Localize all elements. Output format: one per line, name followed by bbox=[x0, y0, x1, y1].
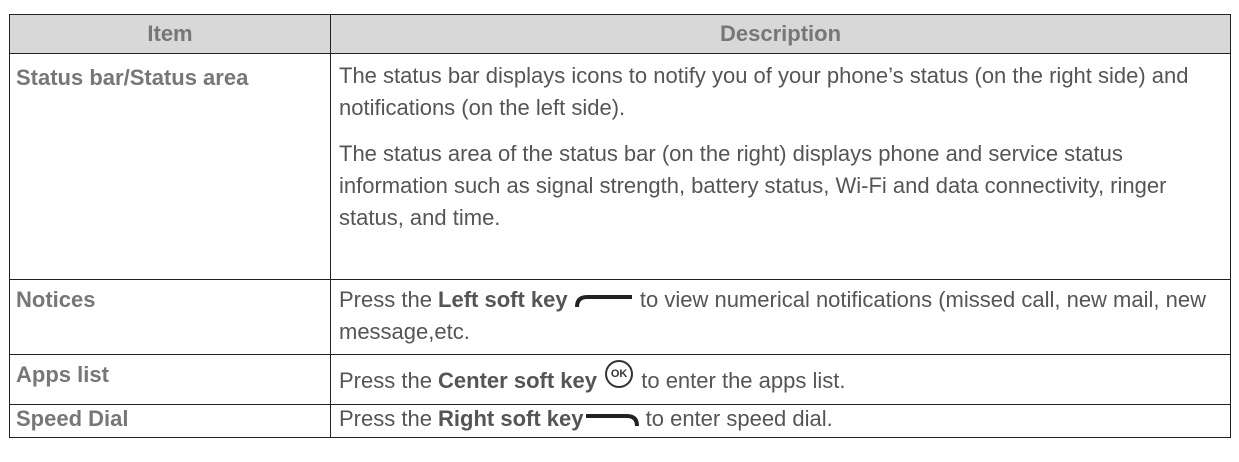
description-speed-dial: Press the Right soft key to enter speed … bbox=[330, 404, 1231, 438]
column-header-description: Description bbox=[330, 14, 1231, 54]
key-name: Center soft key bbox=[438, 368, 597, 393]
item-notices: Notices bbox=[9, 279, 331, 355]
description-text: to enter the apps list. bbox=[635, 368, 846, 393]
table-row-status-bar: Status bar/Status area The status bar di… bbox=[9, 53, 1231, 280]
description-apps-list: Press the Center soft key OK to enter th… bbox=[330, 354, 1231, 405]
description-notices: Press the Left soft key to view numerica… bbox=[330, 279, 1231, 355]
table-row-speed-dial: Speed Dial Press the Right soft key to e… bbox=[9, 404, 1231, 438]
description-text: Press the bbox=[339, 406, 439, 431]
table-row-notices: Notices Press the Left soft key to view … bbox=[9, 279, 1231, 355]
description-text: to enter speed dial. bbox=[639, 406, 833, 431]
right-soft-key-icon bbox=[585, 414, 639, 427]
description-text: Press the bbox=[339, 368, 439, 393]
table-row-apps-list: Apps list Press the Center soft key OK t… bbox=[9, 354, 1231, 405]
description-paragraph: The status bar displays icons to notify … bbox=[339, 63, 1189, 120]
table-header-row: Item Description bbox=[9, 14, 1231, 54]
item-description-table: Item Description Status bar/Status area … bbox=[9, 14, 1231, 438]
column-header-item: Item bbox=[9, 14, 331, 54]
item-speed-dial: Speed Dial bbox=[9, 404, 331, 438]
item-status-bar: Status bar/Status area bbox=[9, 53, 331, 280]
description-status-bar: The status bar displays icons to notify … bbox=[330, 53, 1231, 280]
item-apps-list: Apps list bbox=[9, 354, 331, 405]
description-text: Press the bbox=[339, 287, 439, 312]
key-name: Right soft key bbox=[438, 406, 584, 431]
key-name: Left soft key bbox=[438, 287, 568, 312]
description-paragraph: The status area of the status bar (on th… bbox=[339, 141, 1167, 230]
ok-key-icon: OK bbox=[605, 360, 634, 389]
left-soft-key-icon bbox=[574, 295, 632, 308]
